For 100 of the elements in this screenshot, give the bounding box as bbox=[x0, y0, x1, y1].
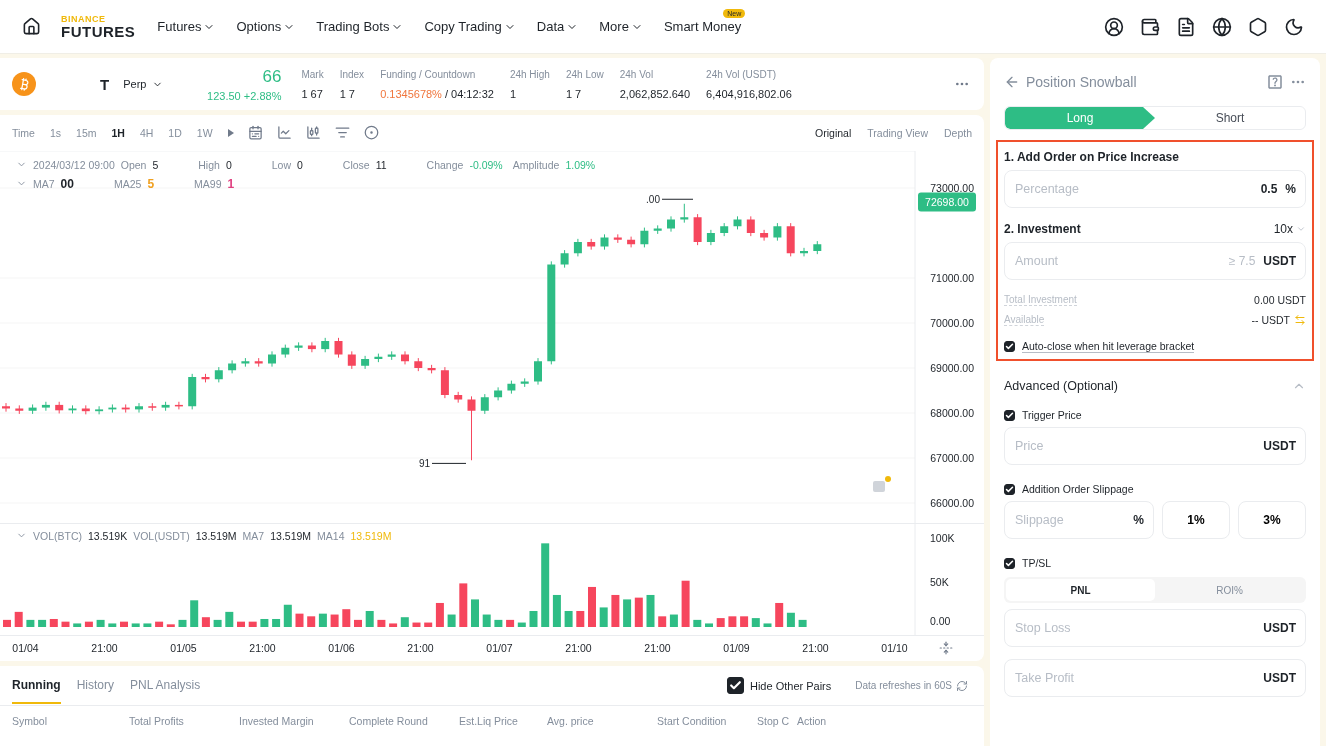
ohlc-value: 0 bbox=[225, 158, 232, 171]
advanced-toggle[interactable]: Advanced (Optional) bbox=[1004, 379, 1306, 393]
nav-item[interactable]: Futures bbox=[157, 19, 216, 34]
funding-rate: 0.1345678% bbox=[380, 87, 442, 100]
moon-icon[interactable] bbox=[1284, 16, 1304, 37]
interval-tab[interactable]: 15m bbox=[76, 126, 97, 139]
ohlc-label: Open bbox=[120, 158, 147, 171]
section-title: 2. Investment bbox=[1004, 222, 1081, 236]
help-icon[interactable] bbox=[1266, 73, 1284, 91]
interval-tab[interactable]: 1W bbox=[196, 126, 213, 139]
nav-item[interactable]: Data bbox=[536, 19, 579, 34]
view-tab[interactable]: Original bbox=[815, 126, 852, 139]
section-title: 1. Add Order on Price Increase bbox=[1004, 150, 1180, 164]
stat-label: 24h High bbox=[509, 68, 550, 80]
stat-label: 24h Low bbox=[565, 68, 604, 80]
unit-label: USDT bbox=[1263, 621, 1296, 635]
volume-value: 13.519M bbox=[195, 529, 237, 542]
panel-title: Position Snowball bbox=[1026, 74, 1137, 90]
fit-axis-icon[interactable] bbox=[939, 641, 953, 656]
orders-tab[interactable]: PNL Analysis bbox=[130, 667, 201, 704]
ma-value: 1 bbox=[227, 176, 235, 191]
ohlc-label: Change bbox=[426, 158, 464, 171]
ohlc-value: 1.09% bbox=[565, 158, 596, 171]
ma-label: MA25 bbox=[113, 177, 142, 190]
leverage-selector[interactable]: 10x bbox=[1273, 222, 1306, 236]
stat-label: Funding / Countdown bbox=[380, 68, 477, 80]
bitcoin-icon bbox=[12, 72, 36, 96]
interval-tab[interactable]: Time bbox=[12, 126, 35, 139]
checkbox-label: Hide Other Pairs bbox=[749, 679, 832, 692]
logo-text: FUTURES bbox=[61, 23, 136, 39]
time-label: 21:00 bbox=[643, 642, 672, 655]
stat-value: 6,404,916,802.06 bbox=[706, 87, 792, 100]
globe-icon[interactable] bbox=[1212, 16, 1232, 37]
column-header: Total Profits bbox=[129, 715, 185, 727]
nav-item[interactable]: Smart Money bbox=[663, 19, 742, 34]
checkbox[interactable] bbox=[1004, 483, 1015, 495]
column-header: Est.Liq Price bbox=[459, 715, 519, 727]
check-icon bbox=[1005, 558, 1014, 568]
chevron-down-icon bbox=[1296, 224, 1306, 234]
calendar-icon[interactable] bbox=[247, 125, 263, 141]
volume-axis-label: 100K bbox=[930, 531, 955, 544]
stat-label: Index bbox=[339, 68, 365, 80]
stat-value: 2,062,852.640 bbox=[619, 87, 691, 100]
ohlc-value: 0 bbox=[297, 158, 303, 171]
ma-value: 5 bbox=[147, 176, 155, 191]
candle-date: 2024/03/12 09:00 bbox=[33, 158, 115, 171]
summary-value: 0.00 USDT bbox=[1254, 294, 1306, 306]
hexagon-icon[interactable] bbox=[1248, 16, 1268, 37]
checkbox[interactable] bbox=[1004, 557, 1015, 569]
checkbox[interactable] bbox=[726, 677, 744, 694]
nav-item[interactable]: Copy Trading bbox=[424, 19, 516, 34]
nav-item[interactable]: Trading Bots bbox=[316, 19, 404, 34]
interval-tab[interactable]: 1D bbox=[168, 126, 182, 139]
back-icon[interactable] bbox=[1004, 74, 1020, 90]
nav-item[interactable]: Options bbox=[236, 19, 296, 34]
mode-tab[interactable]: PNL bbox=[1006, 579, 1155, 601]
stat-label: 24h Vol bbox=[619, 68, 655, 80]
slippage-preset[interactable]: 1% bbox=[1162, 501, 1230, 539]
time-label: 01/05 bbox=[169, 642, 198, 655]
checkbox[interactable] bbox=[1004, 409, 1015, 421]
volume-axis-label: 50K bbox=[930, 575, 949, 588]
checkbox[interactable] bbox=[1004, 341, 1015, 352]
view-tab[interactable]: Trading View bbox=[867, 126, 928, 139]
ma-value: 00 bbox=[60, 176, 74, 191]
volume-label: VOL(BTC) bbox=[33, 529, 82, 542]
line-chart-icon[interactable] bbox=[276, 125, 292, 141]
stat-label: Mark bbox=[301, 68, 324, 80]
column-header: Action bbox=[797, 715, 828, 727]
slippage-preset[interactable]: 3% bbox=[1238, 501, 1306, 539]
current-price-badge: 72698.00 bbox=[918, 192, 976, 212]
checkbox-label: Trigger Price bbox=[1022, 409, 1082, 421]
stat-value: 1 7 bbox=[339, 87, 356, 100]
side-tab[interactable]: Short bbox=[1155, 107, 1305, 129]
summary-label: Total Investment bbox=[1004, 294, 1077, 306]
column-header: Invested Margin bbox=[239, 715, 315, 727]
volume-value: 13.519M bbox=[350, 529, 392, 542]
time-label: 01/04 bbox=[11, 642, 40, 655]
filter-icon[interactable] bbox=[334, 125, 350, 141]
home-icon[interactable] bbox=[22, 17, 41, 36]
volume-axis-label: 0.00 bbox=[930, 614, 951, 627]
interval-tab[interactable]: 1s bbox=[49, 126, 62, 139]
document-icon[interactable] bbox=[1176, 16, 1196, 37]
wallet-icon[interactable] bbox=[1140, 16, 1160, 37]
time-label: 01/07 bbox=[485, 642, 514, 655]
target-icon[interactable] bbox=[363, 125, 379, 141]
caret-icon[interactable] bbox=[227, 128, 234, 137]
logo-text: BINANCE bbox=[61, 14, 107, 24]
ohlc-label: Low bbox=[271, 158, 291, 171]
nav-item[interactable]: More bbox=[599, 19, 643, 34]
contract-selector[interactable]: Perp bbox=[123, 78, 164, 90]
unit-label: USDT bbox=[1263, 671, 1296, 685]
candlestick-icon[interactable] bbox=[305, 125, 321, 141]
unit-label: % bbox=[1133, 513, 1144, 527]
check-icon bbox=[1005, 342, 1014, 351]
refresh-note: Data refreshes in 60S bbox=[855, 680, 952, 691]
orders-tab[interactable]: Running bbox=[12, 667, 61, 704]
interval-tab[interactable]: 1H bbox=[111, 126, 125, 139]
column-header: Stop C bbox=[757, 715, 791, 727]
refresh-icon[interactable] bbox=[956, 679, 968, 692]
user-icon[interactable] bbox=[1104, 16, 1124, 37]
